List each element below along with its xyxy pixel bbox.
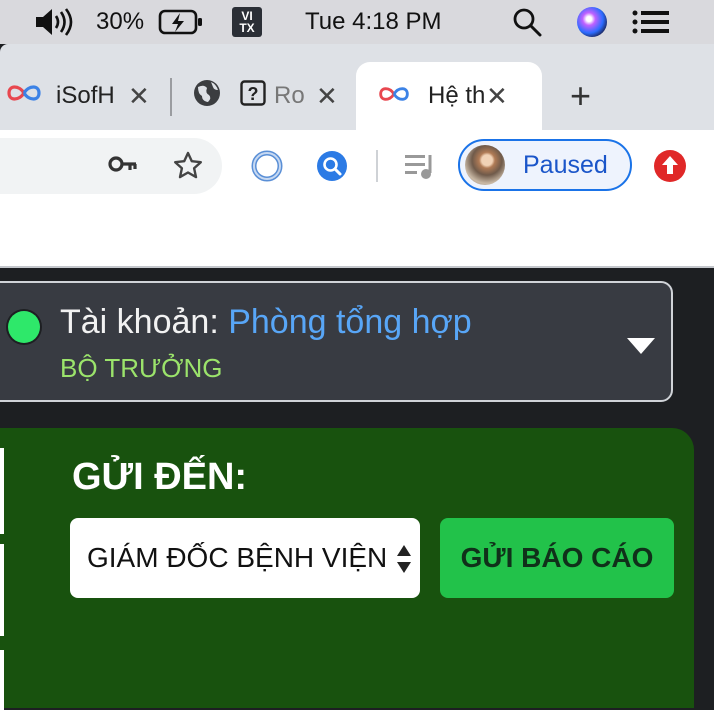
- close-icon[interactable]: ✕: [486, 81, 508, 112]
- caret-down-icon[interactable]: [627, 338, 655, 354]
- battery-charging-icon[interactable]: [158, 0, 204, 44]
- menu-clock[interactable]: Tue 4:18 PM: [305, 0, 442, 44]
- account-role: BỘ TRƯỞNG: [60, 353, 223, 383]
- selected-recipient: GIÁM ĐỐC BỆNH VIỆN: [87, 542, 388, 573]
- tab-title: iSofH: [56, 82, 115, 109]
- siri-icon[interactable]: [577, 0, 607, 44]
- account-selector[interactable]: Tài khoản: Phòng tổng hợp BỘ TRƯỞNG: [0, 281, 673, 402]
- search-extension-icon[interactable]: [316, 150, 348, 182]
- recipient-select[interactable]: GIÁM ĐỐC BỆNH VIỆN: [70, 518, 420, 598]
- tab-he-thong[interactable]: Hệ th ✕: [356, 62, 542, 130]
- globe-icon: [192, 78, 222, 115]
- tab-strip: iSofH ✕ ? Ro ✕ Hệ th ✕ +: [0, 44, 714, 130]
- page-content: Tài khoản: Phòng tổng hợp BỘ TRƯỞNG GỬI …: [0, 268, 714, 710]
- tab-ro[interactable]: ? Ro ✕: [192, 62, 350, 130]
- account-name: Phòng tổng hợp: [228, 303, 472, 341]
- battery-percent[interactable]: 30%: [96, 0, 144, 44]
- tab-title: Hệ th: [428, 82, 484, 109]
- address-bar[interactable]: [0, 138, 222, 194]
- menu-bar: 30% VI TX Tue 4:18 PM: [0, 0, 714, 44]
- media-queue-icon[interactable]: [404, 152, 438, 182]
- speaker-icon[interactable]: [34, 0, 76, 44]
- tab-title: Ro: [274, 82, 304, 109]
- panel-edge: [0, 544, 4, 636]
- tab-isofh[interactable]: iSofH ✕: [0, 62, 160, 130]
- profile-status: Paused: [523, 150, 608, 179]
- control-center-icon[interactable]: [632, 0, 670, 44]
- question-box-icon: ?: [240, 79, 266, 113]
- account-label: Tài khoản:: [60, 303, 229, 341]
- infinity-logo-icon: [378, 82, 410, 110]
- bookmark-bar: [0, 202, 714, 268]
- input-method-icon[interactable]: VI TX: [232, 0, 262, 44]
- close-icon[interactable]: ✕: [316, 81, 338, 112]
- browser-toolbar: Paused: [0, 130, 714, 202]
- toolbar-divider: [376, 150, 378, 182]
- search-icon[interactable]: [512, 0, 542, 44]
- submit-report-button[interactable]: GỬI BÁO CÁO: [440, 518, 674, 598]
- online-status-dot: [8, 311, 40, 343]
- key-icon[interactable]: [108, 152, 138, 176]
- panel-edge: [0, 650, 4, 710]
- avatar: [465, 145, 505, 185]
- update-arrow-icon[interactable]: [653, 149, 687, 183]
- close-icon[interactable]: ✕: [128, 81, 150, 112]
- profile-paused-button[interactable]: Paused: [458, 139, 632, 191]
- extension-ring-icon[interactable]: [250, 149, 284, 183]
- svg-text:?: ?: [248, 84, 259, 104]
- send-to-label: GỬI ĐẾN:: [72, 456, 248, 498]
- select-arrows-icon: [396, 542, 412, 576]
- report-panel: GỬI ĐẾN: GIÁM ĐỐC BỆNH VIỆN GỬI BÁO CÁO: [0, 428, 694, 710]
- infinity-logo-icon: [6, 82, 42, 110]
- account-line: Tài khoản: Phòng tổng hợp: [60, 303, 472, 342]
- new-tab-button[interactable]: +: [570, 62, 604, 130]
- panel-edge: [0, 448, 4, 534]
- tab-divider: [170, 78, 172, 116]
- star-icon[interactable]: [172, 150, 204, 182]
